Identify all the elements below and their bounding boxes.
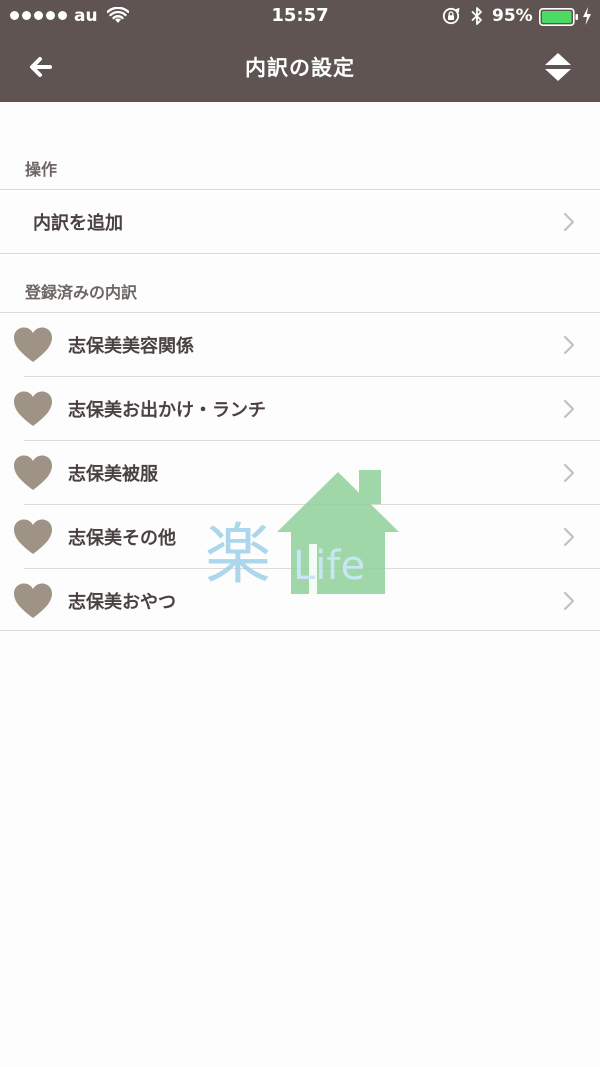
breakdown-item-label: 志保美お出かけ・ランチ — [68, 400, 266, 421]
breakdown-item[interactable]: 志保美被服 — [0, 441, 600, 504]
heart-icon — [14, 455, 52, 490]
screen: au 15:57 95% 内訳の設定 操作 内訳を追加 登録済みの内訳 志保美美… — [0, 0, 600, 1067]
breakdown-item-label: 志保美おやつ — [68, 592, 176, 613]
heart-icon — [14, 391, 52, 426]
add-breakdown-label: 内訳を追加 — [33, 213, 123, 234]
chevron-right-icon — [563, 335, 575, 355]
divider — [0, 253, 600, 254]
heart-icon — [14, 519, 52, 554]
heart-icon — [14, 327, 52, 362]
chevron-right-icon — [563, 591, 575, 611]
chevron-right-icon — [563, 527, 575, 547]
breakdown-item-label: 志保美被服 — [68, 464, 158, 485]
chevron-right-icon — [563, 463, 575, 483]
app-header: au 15:57 95% 内訳の設定 — [0, 0, 600, 102]
breakdown-item-label: 志保美美容関係 — [68, 336, 194, 357]
breakdown-item[interactable]: 志保美お出かけ・ランチ — [0, 377, 600, 440]
battery-percent: 95% — [492, 6, 533, 26]
settings-list: 操作 内訳を追加 登録済みの内訳 志保美美容関係 志保美お出かけ・ランチ 志保美… — [0, 102, 600, 1067]
battery-icon — [539, 8, 578, 26]
page-title: 内訳の設定 — [245, 56, 355, 80]
divider — [0, 630, 600, 631]
breakdown-item[interactable]: 志保美その他 — [0, 505, 600, 568]
sort-updown-icon[interactable] — [543, 50, 573, 84]
rotation-lock-icon — [442, 7, 460, 25]
navigation-bar: 内訳の設定 — [0, 34, 600, 102]
breakdown-item[interactable]: 志保美美容関係 — [0, 313, 600, 376]
status-bar: au 15:57 95% — [0, 0, 600, 34]
heart-icon — [14, 583, 52, 618]
bluetooth-icon — [471, 7, 482, 25]
charging-icon — [583, 7, 591, 25]
breakdown-item-label: 志保美その他 — [68, 528, 176, 549]
chevron-right-icon — [563, 399, 575, 419]
chevron-right-icon — [563, 212, 575, 232]
section-header-operations: 操作 — [25, 160, 58, 179]
breakdown-item[interactable]: 志保美おやつ — [0, 569, 600, 632]
add-breakdown-row[interactable]: 内訳を追加 — [0, 190, 600, 253]
section-header-registered: 登録済みの内訳 — [25, 283, 138, 302]
